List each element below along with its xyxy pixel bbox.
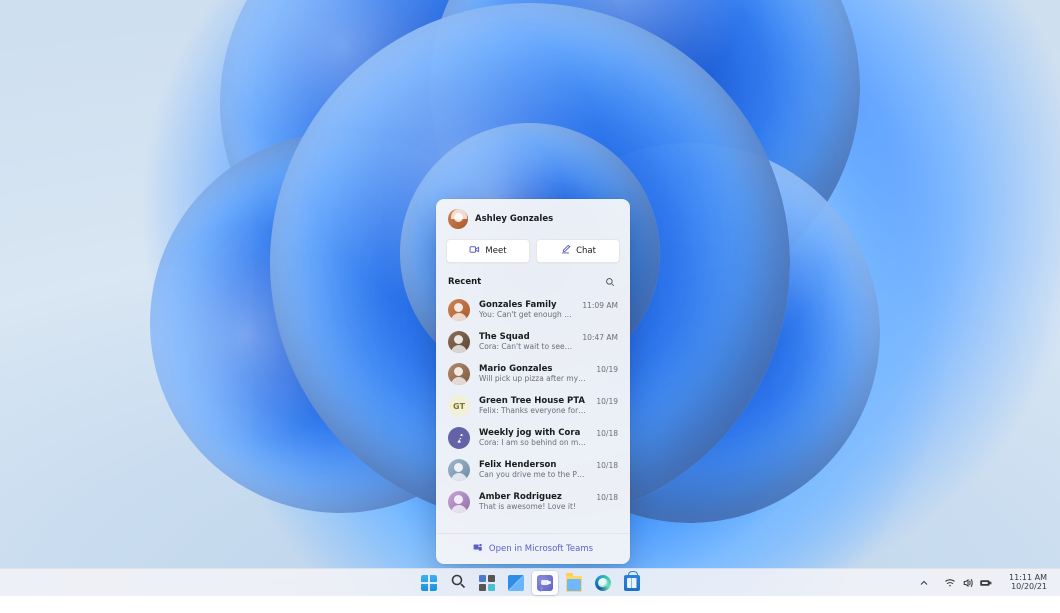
edge-button[interactable] xyxy=(590,571,616,595)
chat-row[interactable]: Weekly jog with CoraCora: I am so behind… xyxy=(436,422,630,454)
chat-time: 10/18 xyxy=(596,429,618,438)
chat-subtitle: You: Can't get enough of her. xyxy=(479,310,573,319)
chat-time: 11:09 AM xyxy=(582,301,618,310)
chat-subtitle: Cora: Can't wait to see everyone! xyxy=(479,342,573,351)
open-in-teams-link[interactable]: Open in Microsoft Teams xyxy=(436,533,630,564)
explorer-icon xyxy=(566,574,582,592)
taskview-icon xyxy=(479,575,495,591)
chat-subtitle: That is awesome! Love it! xyxy=(479,502,587,511)
chat-time: 10/18 xyxy=(596,461,618,470)
system-tray: 11:11 AM 10/20/21 xyxy=(914,569,1054,596)
tray-quick-settings[interactable] xyxy=(940,572,996,594)
chat-avatar xyxy=(448,299,470,321)
widgets-icon xyxy=(508,575,524,591)
chat-row[interactable]: Felix HendersonCan you drive me to the P… xyxy=(436,454,630,486)
volume-icon xyxy=(962,577,974,589)
chat-row[interactable]: Gonzales FamilyYou: Can't get enough of … xyxy=(436,294,630,326)
video-icon xyxy=(469,244,480,258)
chat-title: Amber Rodriguez xyxy=(479,492,587,502)
chat-row[interactable]: Amber RodriguezThat is awesome! Love it!… xyxy=(436,486,630,518)
chat-subtitle: Cora: I am so behind on my step goals. xyxy=(479,438,587,447)
search-button-flyout[interactable] xyxy=(602,274,618,290)
edge-icon xyxy=(595,575,611,591)
chevron-up-icon xyxy=(918,577,930,589)
chat-avatar xyxy=(448,459,470,481)
chat-icon xyxy=(537,575,553,591)
chat-subtitle: Can you drive me to the PTA today? xyxy=(479,470,587,479)
search-icon xyxy=(450,573,466,593)
widgets-button[interactable] xyxy=(503,571,529,595)
battery-icon xyxy=(980,577,992,589)
chat-button-flyout[interactable]: Chat xyxy=(536,239,620,263)
chat-row[interactable]: The SquadCora: Can't wait to see everyon… xyxy=(436,326,630,358)
compose-icon xyxy=(560,244,571,258)
chat-time: 10/19 xyxy=(596,397,618,406)
chat-avatar xyxy=(448,363,470,385)
teams-chat-flyout: Ashley Gonzales Meet Chat Recent xyxy=(436,199,630,564)
search-icon xyxy=(605,277,615,287)
taskbar: 11:11 AM 10/20/21 xyxy=(0,568,1060,596)
chat-time: 10/18 xyxy=(596,493,618,502)
meet-button[interactable]: Meet xyxy=(446,239,530,263)
chat-subtitle: Will pick up pizza after my practice. xyxy=(479,374,587,383)
tray-clock[interactable]: 11:11 AM 10/20/21 xyxy=(1002,572,1054,594)
start-button[interactable] xyxy=(416,571,442,595)
chat-title: The Squad xyxy=(479,332,573,342)
chat-avatar xyxy=(448,331,470,353)
user-avatar[interactable] xyxy=(448,209,468,229)
chat-row[interactable]: GT Green Tree House PTAFelix: Thanks ever… xyxy=(436,390,630,422)
recent-list: Gonzales FamilyYou: Can't get enough of … xyxy=(436,294,630,518)
store-button[interactable] xyxy=(619,571,645,595)
chat-avatar xyxy=(448,491,470,513)
chat-time: 10:47 AM xyxy=(582,333,618,342)
teams-icon xyxy=(473,542,483,555)
chat-title: Mario Gonzales xyxy=(479,364,587,374)
start-icon xyxy=(421,575,437,591)
flyout-header: Ashley Gonzales xyxy=(436,199,630,233)
file-explorer-button[interactable] xyxy=(561,571,587,595)
chat-time: 10/19 xyxy=(596,365,618,374)
search-button[interactable] xyxy=(445,571,471,595)
recent-label: Recent xyxy=(448,277,481,287)
taskview-button[interactable] xyxy=(474,571,500,595)
chat-title: Green Tree House PTA xyxy=(479,396,587,406)
tray-date: 10/20/21 xyxy=(1011,583,1047,591)
chat-row[interactable]: Mario GonzalesWill pick up pizza after m… xyxy=(436,358,630,390)
chat-avatar: GT xyxy=(448,395,470,417)
chat-avatar xyxy=(448,427,470,449)
store-icon xyxy=(624,574,640,591)
chat-button[interactable] xyxy=(532,571,558,595)
wifi-icon xyxy=(944,577,956,589)
user-name: Ashley Gonzales xyxy=(475,214,553,224)
chat-title: Weekly jog with Cora xyxy=(479,428,587,438)
chat-subtitle: Felix: Thanks everyone for attending tod… xyxy=(479,406,587,415)
tray-overflow-button[interactable] xyxy=(914,572,934,594)
chat-title: Felix Henderson xyxy=(479,460,587,470)
chat-title: Gonzales Family xyxy=(479,300,573,310)
